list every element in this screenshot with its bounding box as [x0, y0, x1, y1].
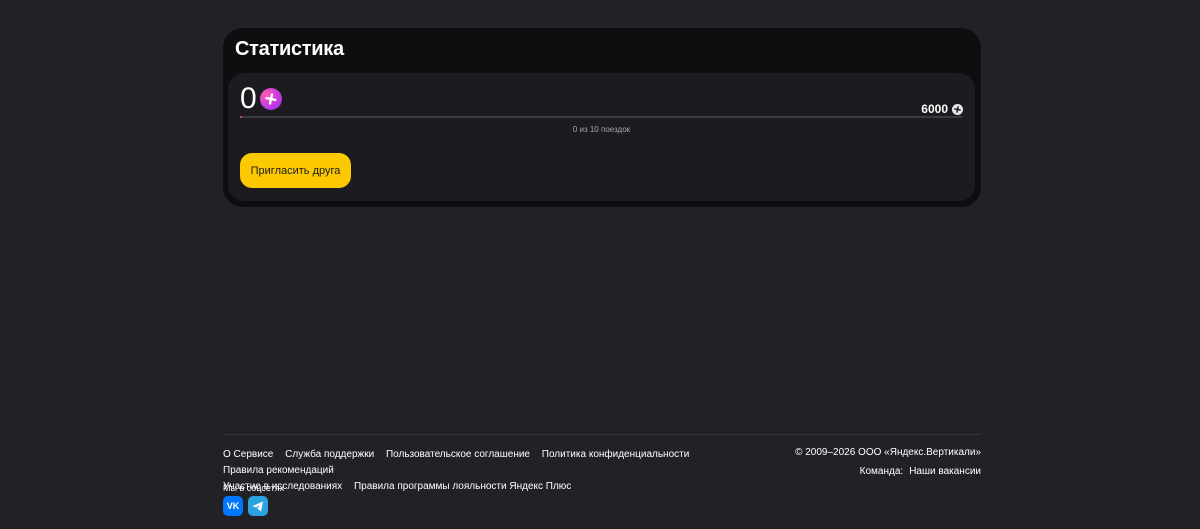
- footer-link-about[interactable]: О Сервисе: [223, 449, 273, 460]
- footer-link-recommendation-rules[interactable]: Правила рекомендаций: [223, 465, 334, 476]
- statistics-panel: 0 6000 0 из 10 поездок Пригласить друга: [228, 73, 975, 201]
- vacancies-link[interactable]: Наши вакансии: [909, 466, 981, 477]
- rides-progress-bar: [240, 116, 963, 118]
- vk-icon[interactable]: VK: [223, 496, 243, 516]
- rides-progress-caption: 0 из 10 поездок: [572, 125, 631, 134]
- points-counter: 0: [240, 84, 282, 114]
- social-label: Мы в соцсетях: [223, 483, 285, 493]
- statistics-title: Статистика: [235, 38, 344, 60]
- footer-links: О Сервисе Служба поддержки Пользовательс…: [223, 447, 783, 495]
- points-goal: 6000: [921, 102, 963, 116]
- copyright: © 2009–2026 ООО «Яндекс.Вертикали»: [795, 447, 981, 458]
- statistics-card: Статистика 0 6000 0 из 10 поездок Пригла…: [223, 28, 981, 207]
- rides-progress-fill: [240, 116, 242, 118]
- team-line: Команда: Наши вакансии: [860, 466, 981, 478]
- plus-points-icon: [259, 88, 282, 110]
- points-goal-value: 6000: [921, 102, 948, 116]
- footer-divider: [223, 434, 981, 435]
- footer-link-user-agreement[interactable]: Пользовательское соглашение: [386, 449, 530, 460]
- social-links: VK: [223, 496, 268, 516]
- telegram-icon[interactable]: [248, 496, 268, 516]
- vk-icon-label: VK: [226, 501, 240, 511]
- footer-link-loyalty-rules[interactable]: Правила программы лояльности Яндекс Плюс: [354, 481, 571, 492]
- footer-link-privacy-policy[interactable]: Политика конфиденциальности: [542, 449, 690, 460]
- plus-points-small-icon: [952, 103, 963, 115]
- points-value: 0: [240, 82, 257, 115]
- footer-link-support[interactable]: Служба поддержки: [285, 449, 374, 460]
- team-label: Команда:: [859, 466, 904, 477]
- invite-friend-button[interactable]: Пригласить друга: [240, 153, 351, 188]
